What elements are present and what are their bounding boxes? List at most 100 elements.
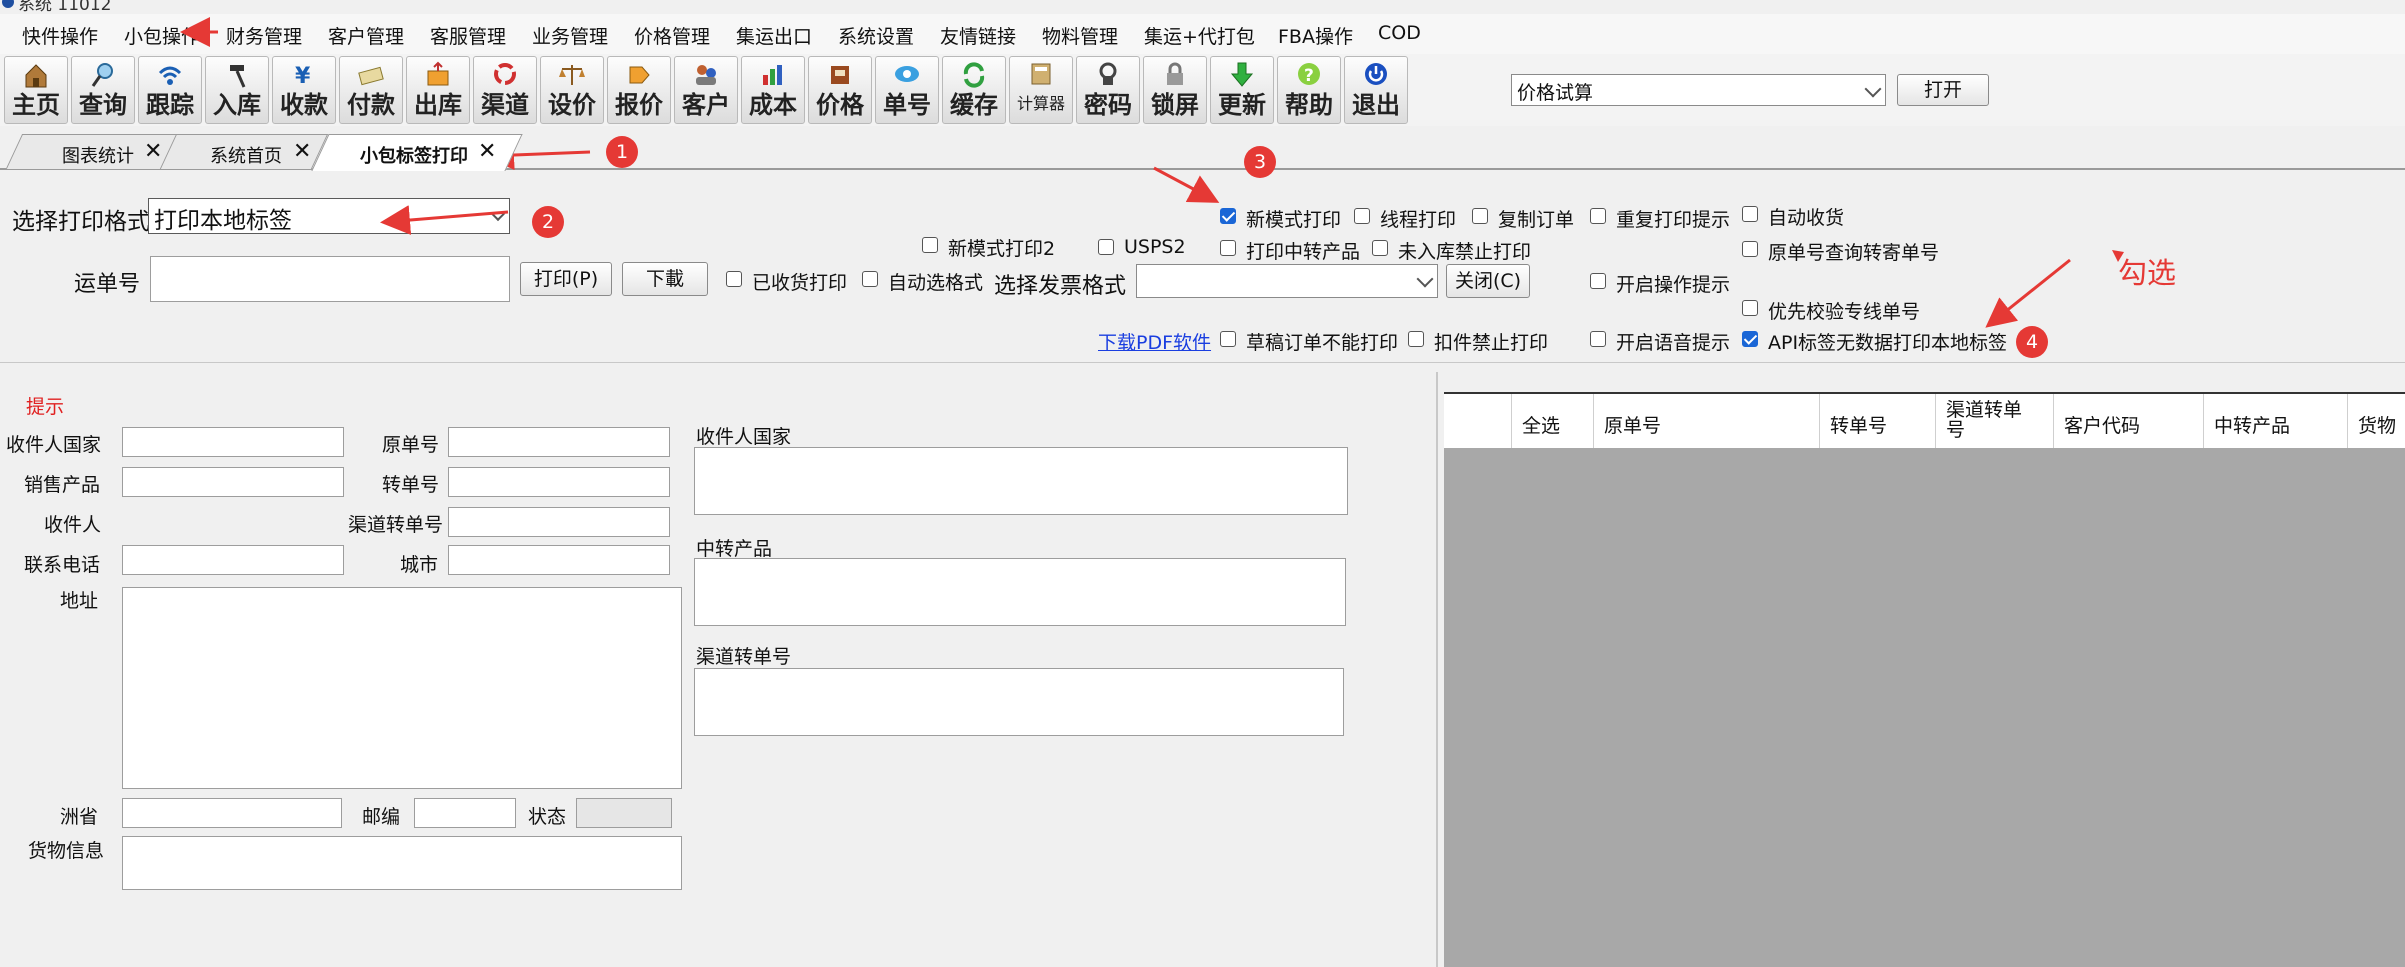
toolbar-exit-button[interactable]: 退出 xyxy=(1344,56,1408,124)
address-field[interactable] xyxy=(122,587,682,789)
query-by-original-checkbox[interactable] xyxy=(1742,241,1758,257)
toolbar-set-price-button[interactable]: 设价 xyxy=(540,56,604,124)
state-field[interactable] xyxy=(122,798,342,828)
new-mode-print2-checkbox[interactable] xyxy=(922,237,938,253)
draft-no-print-label: 草稿订单不能打印 xyxy=(1246,332,1399,354)
grid-col-transfer-no[interactable]: 转单号 xyxy=(1820,394,1936,450)
copy-order-checkbox[interactable] xyxy=(1472,208,1488,224)
received-print-checkbox[interactable] xyxy=(726,271,742,287)
postcode-field[interactable] xyxy=(414,798,516,828)
toolbar-channel-button[interactable]: 渠道 xyxy=(473,56,537,124)
download-button[interactable]: 下載 xyxy=(622,262,708,296)
menu-item-fba[interactable]: FBA操作 xyxy=(1278,22,1353,49)
download-pdf-link[interactable]: 下载PDF软件 xyxy=(1098,328,1211,355)
menu-item-cod[interactable]: COD xyxy=(1378,22,1421,44)
toolbar-outbound-button[interactable]: 出库 xyxy=(406,56,470,124)
auto-receive-checkbox[interactable] xyxy=(1742,206,1758,222)
chevron-down-icon xyxy=(490,206,506,222)
toolbar-tracking-no-button[interactable]: 单号 xyxy=(875,56,939,124)
line-print-checkbox[interactable] xyxy=(1354,208,1370,224)
toolbar-home-button[interactable]: 主页 xyxy=(4,56,68,124)
hold-no-print-checkbox[interactable] xyxy=(1408,331,1424,347)
grid-col-customer-code[interactable]: 客户代码 xyxy=(2054,394,2204,450)
grid-col-original-no[interactable]: 原单号 xyxy=(1594,394,1820,450)
toolbar-cache-button[interactable]: 缓存 xyxy=(942,56,1006,124)
api-local-label-checkbox[interactable] xyxy=(1742,331,1758,347)
pane-splitter[interactable] xyxy=(1436,372,1438,967)
priority-check-checkbox[interactable] xyxy=(1742,300,1758,316)
tab-chart-stats-close-icon[interactable]: ✕ xyxy=(144,139,162,164)
right-recipient-country-label: 收件人国家 xyxy=(696,426,792,448)
toolbar-track-button[interactable]: 跟踪 xyxy=(138,56,202,124)
menu-item-service[interactable]: 客服管理 xyxy=(430,22,506,49)
hold-no-print-label: 扣件禁止打印 xyxy=(1434,332,1549,354)
right-transfer-product-field[interactable] xyxy=(694,558,1346,626)
no-print-unstocked-checkbox[interactable] xyxy=(1372,240,1388,256)
grid-col-select-all[interactable]: 全选 xyxy=(1512,394,1594,450)
menu-item-export[interactable]: 集运出口 xyxy=(736,22,812,49)
city-field[interactable] xyxy=(448,545,670,575)
quick-function-select[interactable]: 价格试算 xyxy=(1511,74,1886,106)
waybill-input[interactable] xyxy=(150,256,510,302)
toolbar-password-button[interactable]: 密码 xyxy=(1076,56,1140,124)
menu-item-pricing[interactable]: 价格管理 xyxy=(634,22,710,49)
toolbar-update-button[interactable]: 更新 xyxy=(1210,56,1274,124)
grid-col-transfer-product[interactable]: 中转产品 xyxy=(2204,394,2348,450)
toolbar-quote-button[interactable]: 报价 xyxy=(607,56,671,124)
new-mode-print-checkbox[interactable] xyxy=(1220,208,1236,224)
toolbar-receive-button[interactable]: ¥ 收款 xyxy=(272,56,336,124)
channel-transfer-no-field[interactable] xyxy=(448,507,670,537)
toolbar-calculator-button[interactable]: 计算器 xyxy=(1009,56,1073,124)
menu-item-materials[interactable]: 物料管理 xyxy=(1042,22,1118,49)
chevron-down-icon xyxy=(1416,270,1434,288)
original-no-field[interactable] xyxy=(448,427,670,457)
right-channel-no-field[interactable] xyxy=(694,668,1344,736)
tab-label-print-close-icon[interactable]: ✕ xyxy=(478,139,496,164)
app-icon xyxy=(2,0,14,8)
postcode-label: 邮编 xyxy=(362,806,401,828)
grid-col-channel-transfer-no[interactable]: 渠道转单号 xyxy=(1936,394,2054,450)
menu-item-parcel[interactable]: 小包操作 xyxy=(124,22,200,49)
recipient-country-field[interactable] xyxy=(122,427,344,457)
toolbar-lock-button[interactable]: 锁屏 xyxy=(1143,56,1207,124)
goods-info-field[interactable] xyxy=(122,836,682,890)
menu-item-finance[interactable]: 财务管理 xyxy=(226,22,302,49)
voice-prompt-checkbox[interactable] xyxy=(1590,331,1606,347)
grid-col-goods[interactable]: 货物 xyxy=(2348,394,2405,450)
toolbar-cost-button[interactable]: 成本 xyxy=(741,56,805,124)
toolbar-price-button[interactable]: 价格 xyxy=(808,56,872,124)
menu-item-consolidation[interactable]: 集运+代打包 xyxy=(1144,22,1255,49)
no-print-unstocked-label: 未入库禁止打印 xyxy=(1398,241,1532,263)
auto-select-format-checkbox[interactable] xyxy=(862,271,878,287)
print-transfer-product-checkbox[interactable] xyxy=(1220,240,1236,256)
tab-chart-stats-label: 图表统计 xyxy=(62,146,134,167)
print-button[interactable]: 打印(P) xyxy=(520,262,612,296)
open-button[interactable]: 打开 xyxy=(1897,74,1989,106)
tab-home-close-icon[interactable]: ✕ xyxy=(293,139,311,164)
reprint-prompt-checkbox[interactable] xyxy=(1590,208,1606,224)
draft-no-print-checkbox[interactable] xyxy=(1220,331,1236,347)
city-label: 城市 xyxy=(400,554,439,576)
toolbar-search-button[interactable]: 查询 xyxy=(71,56,135,124)
toolbar-help-button[interactable]: ? 帮助 xyxy=(1277,56,1341,124)
right-recipient-country-field[interactable] xyxy=(694,447,1348,515)
menu-item-business[interactable]: 业务管理 xyxy=(532,22,608,49)
operation-prompt-checkbox[interactable] xyxy=(1590,273,1606,289)
sales-product-field[interactable] xyxy=(122,467,344,497)
tab-label-print-label: 小包标签打印 xyxy=(360,146,468,167)
menu-item-express[interactable]: 快件操作 xyxy=(22,22,98,49)
print-format-select[interactable]: 打印本地标签 xyxy=(148,198,510,234)
menu-item-customer[interactable]: 客户管理 xyxy=(328,22,404,49)
right-transfer-product-label: 中转产品 xyxy=(696,538,773,560)
operation-prompt-label: 开启操作提示 xyxy=(1616,274,1731,296)
toolbar-inbound-button[interactable]: 入库 xyxy=(205,56,269,124)
phone-field[interactable] xyxy=(122,545,344,575)
invoice-format-select[interactable] xyxy=(1136,264,1438,298)
transfer-no-field[interactable] xyxy=(448,467,670,497)
menu-item-settings[interactable]: 系统设置 xyxy=(838,22,914,49)
toolbar-customer-button[interactable]: 客户 xyxy=(674,56,738,124)
close-button[interactable]: 关闭(C) xyxy=(1446,264,1530,298)
menu-item-links[interactable]: 友情链接 xyxy=(940,22,1016,49)
toolbar-pay-button[interactable]: 付款 xyxy=(339,56,403,124)
usps2-checkbox[interactable] xyxy=(1098,239,1114,255)
